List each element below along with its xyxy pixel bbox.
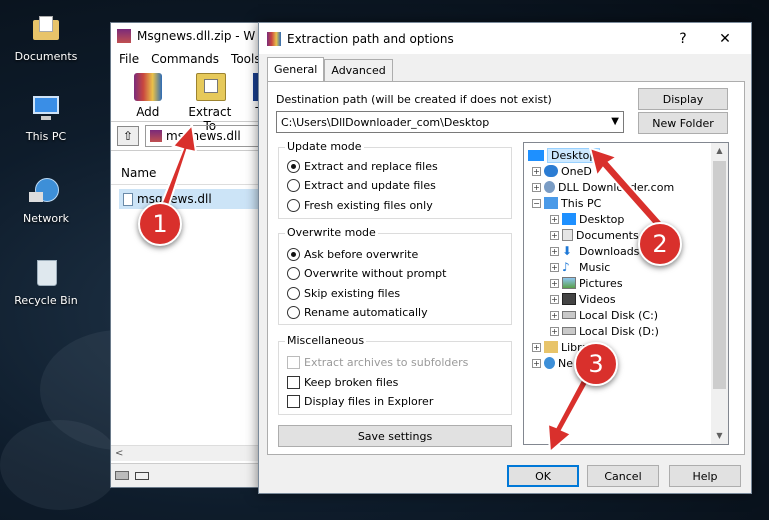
arrow-to-extract-to — [159, 122, 198, 210]
step-badge-2: 2 — [638, 222, 682, 266]
arrow-to-desktop — [588, 146, 666, 232]
step-badge-3: 3 — [574, 342, 618, 386]
step-badge-1: 1 — [138, 202, 182, 246]
